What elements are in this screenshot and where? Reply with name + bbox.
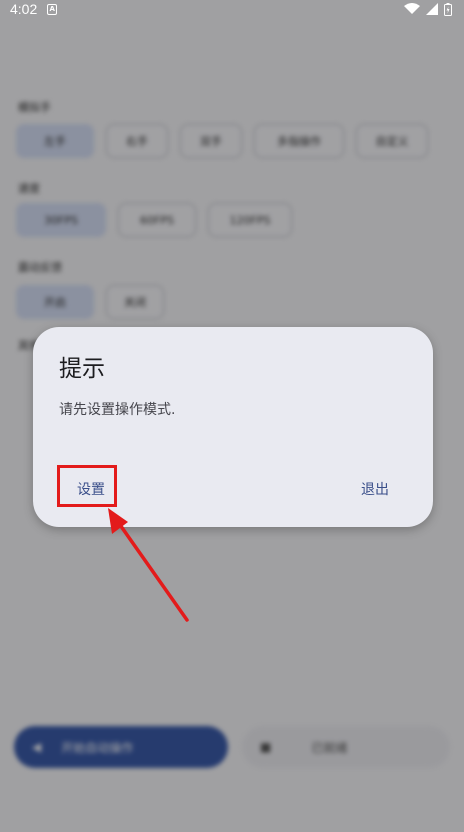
a-notification-icon: A	[47, 3, 58, 15]
pointer-arrow-icon	[108, 508, 189, 622]
wifi-icon	[404, 3, 420, 14]
signal-icon	[426, 3, 438, 15]
status-icons	[404, 2, 452, 16]
status-bar: 4:02 A	[0, 0, 464, 18]
battery-icon	[444, 2, 452, 16]
status-time: 4:02	[10, 1, 38, 17]
